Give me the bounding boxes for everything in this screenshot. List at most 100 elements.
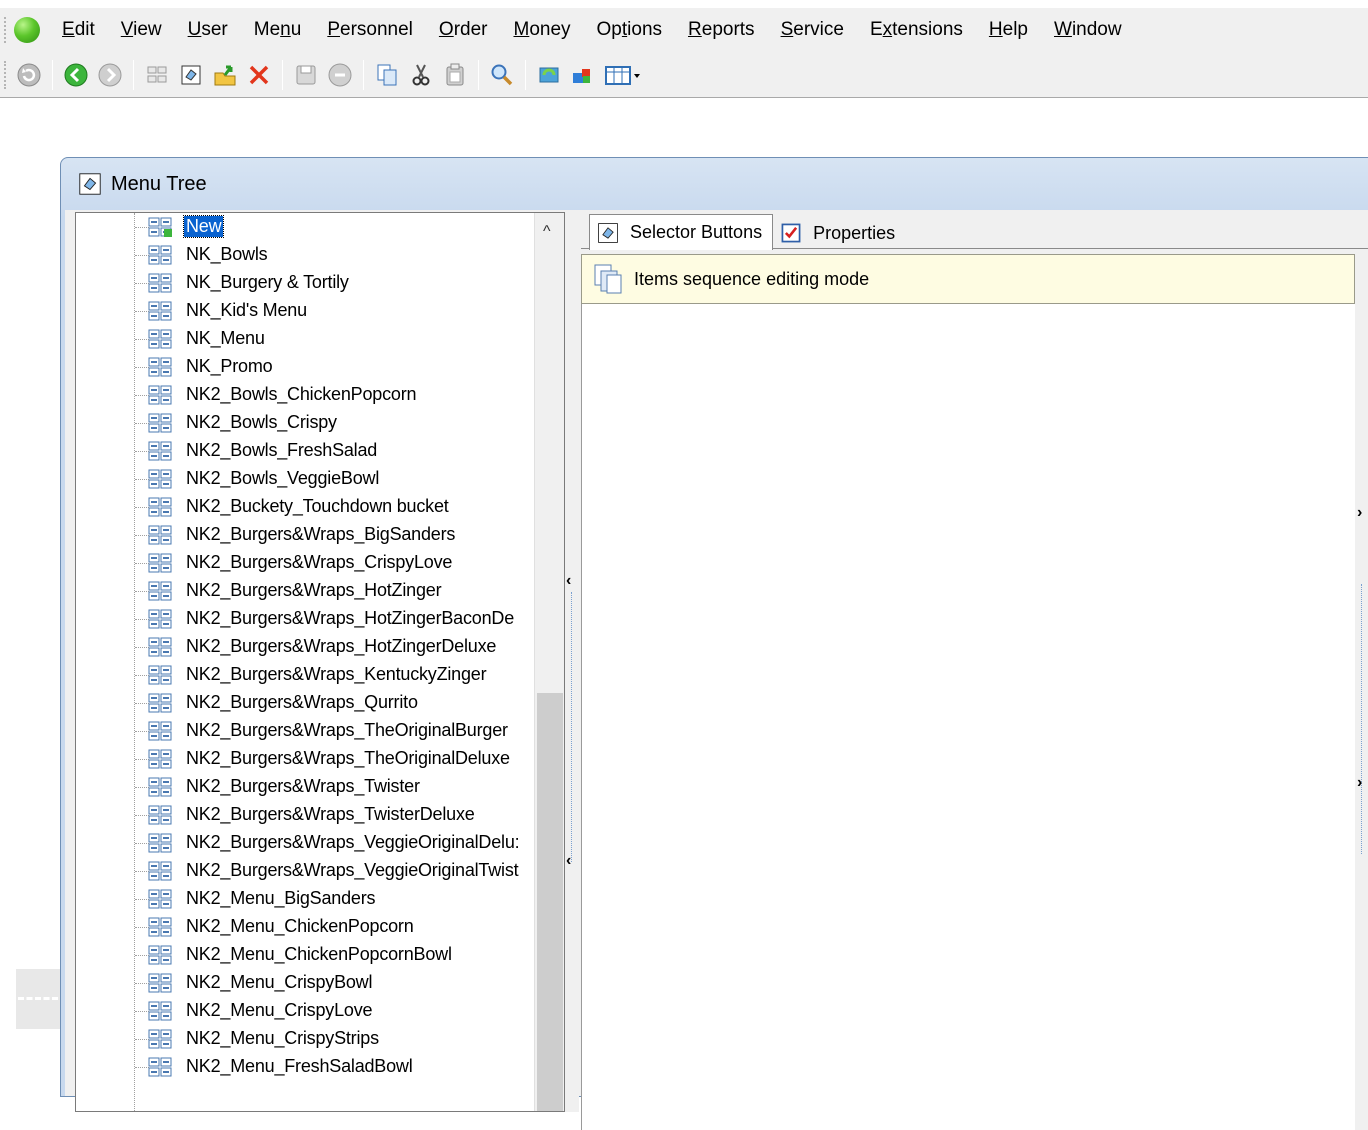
search-icon[interactable] — [485, 58, 519, 92]
menubar-grip[interactable] — [4, 17, 10, 43]
tab-selector-buttons[interactable]: Selector Buttons — [589, 214, 774, 250]
splitter-grip — [571, 592, 572, 862]
puzzle-icon[interactable] — [566, 58, 600, 92]
tree-connector — [135, 1011, 149, 1012]
grid-icon[interactable] — [140, 58, 174, 92]
collapse-left-icon[interactable]: ‹ — [566, 572, 571, 590]
menu-item-text: W — [1054, 19, 1072, 40]
window-titlebar[interactable]: Menu Tree — [61, 158, 1368, 210]
tree-item[interactable]: NK2_Burgers&Wraps_KentuckyZinger — [76, 661, 534, 689]
undo-icon[interactable] — [323, 58, 357, 92]
tab-properties[interactable]: Properties — [773, 216, 905, 250]
paste-icon[interactable] — [438, 58, 472, 92]
sync-icon[interactable] — [532, 58, 566, 92]
tree-item-label: NK2_Bowls_Crispy — [186, 412, 337, 432]
tree-item[interactable]: NK_Kid's Menu — [76, 297, 534, 325]
menu-item[interactable]: View — [109, 19, 176, 41]
menu-item[interactable]: Help — [977, 19, 1042, 41]
tree-scrollbar[interactable]: ^ — [534, 213, 564, 1111]
menu-item[interactable]: Window — [1042, 19, 1136, 41]
tree-item[interactable]: NK_Menu — [76, 325, 534, 353]
tree-item[interactable]: NK2_Burgers&Wraps_HotZingerDeluxe — [76, 633, 534, 661]
menu-item[interactable]: Money — [501, 19, 584, 41]
cube-icon[interactable] — [174, 58, 208, 92]
forward-icon[interactable] — [93, 58, 127, 92]
scroll-up-icon[interactable]: ^ — [543, 223, 551, 241]
toolbar-grip[interactable] — [4, 60, 10, 89]
tree-item[interactable]: NK2_Bowls_Crispy — [76, 409, 534, 437]
menu-grid-icon — [148, 1057, 172, 1077]
menu-item[interactable]: Reports — [676, 19, 769, 41]
tree-item[interactable]: NK2_Buckety_Touchdown bucket — [76, 493, 534, 521]
tree-item[interactable]: NK2_Burgers&Wraps_TheOriginalDeluxe — [76, 745, 534, 773]
cut-icon[interactable] — [404, 58, 438, 92]
menu-item[interactable]: Personnel — [315, 19, 427, 41]
copy-icon[interactable] — [370, 58, 404, 92]
expand-right-icon[interactable]: › — [1357, 504, 1362, 522]
left-splitter[interactable]: ‹ ‹ — [565, 212, 579, 1112]
save-icon[interactable] — [289, 58, 323, 92]
tree-item[interactable]: NK2_Menu_ChickenPopcorn — [76, 913, 534, 941]
tree-item-label: NK2_Menu_BigSanders — [186, 888, 376, 908]
menu-item-text: Me — [253, 19, 281, 40]
tree-item[interactable]: NK2_Menu_CrispyBowl — [76, 969, 534, 997]
info-bar: Items sequence editing mode — [581, 254, 1355, 304]
tree-item[interactable]: NK2_Menu_BigSanders — [76, 885, 534, 913]
tree-item[interactable]: NK2_Bowls_VeggieBowl — [76, 465, 534, 493]
menu-tree[interactable]: New NK_Bowls NK_Burgery & Tortily NK_Kid's … — [75, 212, 565, 1112]
export-icon[interactable] — [208, 58, 242, 92]
table-dropdown-icon[interactable] — [600, 58, 646, 92]
app-status-icon — [14, 17, 40, 43]
tree-item[interactable]: NK_Bowls — [76, 241, 534, 269]
tree-connector — [135, 1067, 149, 1068]
tree-item[interactable]: NK2_Burgers&Wraps_HotZinger — [76, 577, 534, 605]
tree-item[interactable]: New — [76, 213, 534, 241]
tree-item[interactable]: NK2_Burgers&Wraps_TheOriginalBurger — [76, 717, 534, 745]
tree-item[interactable]: NK_Burgery & Tortily — [76, 269, 534, 297]
info-bar-text: Items sequence editing mode — [634, 268, 870, 289]
tree-connector — [135, 1039, 149, 1040]
menu-item[interactable]: Service — [769, 19, 858, 41]
tree-item[interactable]: NK2_Menu_CrispyLove — [76, 997, 534, 1025]
right-panel: Selector Buttons Properties Items sequen… — [581, 210, 1368, 1130]
tree-item[interactable]: NK2_Burgers&Wraps_VeggieOriginalDelu: — [76, 829, 534, 857]
selector-buttons-area[interactable] — [581, 304, 1355, 1130]
tree-connector — [135, 899, 149, 900]
scrollbar-thumb[interactable] — [537, 693, 563, 1111]
refresh-icon[interactable] — [12, 58, 46, 92]
menu-grid-icon — [148, 273, 172, 293]
tree-item[interactable]: NK2_Menu_CrispyStrips — [76, 1025, 534, 1053]
tree-item[interactable]: NK_Promo — [76, 353, 534, 381]
tree-item[interactable]: NK2_Burgers&Wraps_Twister — [76, 773, 534, 801]
tree-item[interactable]: NK2_Burgers&Wraps_Qurrito — [76, 689, 534, 717]
menu-item[interactable]: Extensions — [858, 19, 977, 41]
tree-item-label: NK2_Burgers&Wraps_CrispyLove — [186, 552, 453, 572]
tree-item-label: NK2_Menu_ChickenPopcorn — [186, 916, 414, 936]
menu-item[interactable]: User — [176, 19, 242, 41]
tree-connector — [135, 955, 149, 956]
menu-grid-icon — [148, 889, 172, 909]
delete-icon[interactable] — [242, 58, 276, 92]
tree-item[interactable]: NK2_Bowls_ChickenPopcorn — [76, 381, 534, 409]
tree-item[interactable]: NK2_Menu_FreshSaladBowl — [76, 1053, 534, 1081]
tree-item[interactable]: NK2_Burgers&Wraps_BigSanders — [76, 521, 534, 549]
tree-item[interactable]: NK2_Burgers&Wraps_CrispyLove — [76, 549, 534, 577]
back-icon[interactable] — [59, 58, 93, 92]
menu-item[interactable]: Edit — [50, 19, 109, 41]
tree-item-label: NK2_Burgers&Wraps_TheOriginalDeluxe — [186, 748, 510, 768]
tree-item[interactable]: NK2_Burgers&Wraps_TwisterDeluxe — [76, 801, 534, 829]
menu-item[interactable]: Options — [585, 19, 677, 41]
tree-connector — [135, 927, 149, 928]
tree-item[interactable]: NK2_Bowls_FreshSalad — [76, 437, 534, 465]
menu-item[interactable]: Menu — [242, 19, 316, 41]
menu-item[interactable]: Order — [427, 19, 502, 41]
tree-item[interactable]: NK2_Menu_ChickenPopcornBowl — [76, 941, 534, 969]
collapse-left-icon[interactable]: ‹ — [566, 852, 571, 870]
tree-item[interactable]: NK2_Burgers&Wraps_HotZingerBaconDe — [76, 605, 534, 633]
expand-right-icon[interactable]: › — [1357, 774, 1362, 792]
tree-connector — [135, 339, 149, 340]
menu-item-text: indow — [1071, 19, 1122, 40]
right-splitter[interactable]: › › — [1355, 304, 1368, 1130]
menu-item-text: M — [513, 19, 530, 40]
tree-item[interactable]: NK2_Burgers&Wraps_VeggieOriginalTwist — [76, 857, 534, 885]
